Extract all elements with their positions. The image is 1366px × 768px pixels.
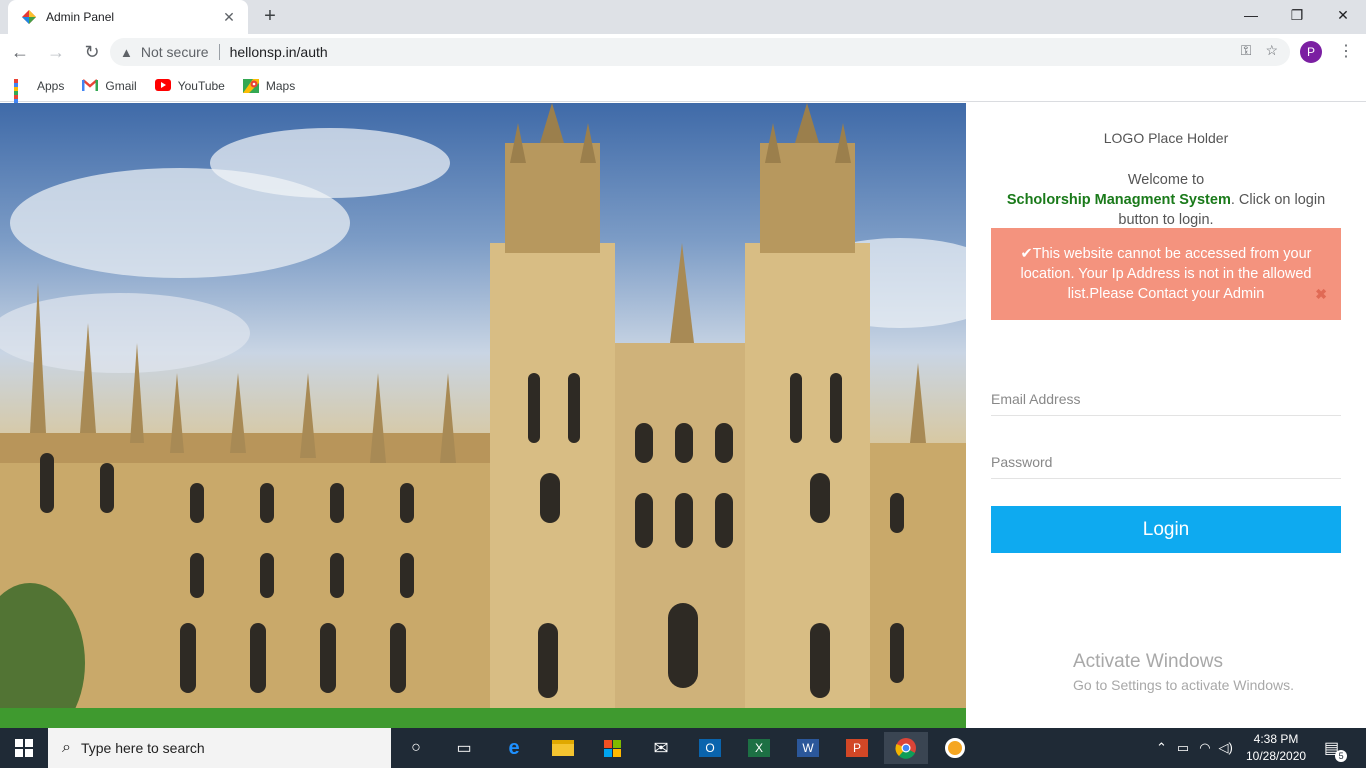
browser-toolbar: ← → ↻ ▲ Not secure hellonsp.in/auth ⚿ ☆ … bbox=[0, 34, 1366, 70]
bookmark-maps[interactable]: Maps bbox=[242, 78, 296, 93]
close-window-button[interactable]: ✕ bbox=[1320, 0, 1366, 30]
ip-blocked-alert: ✔This website cannot be accessed from yo… bbox=[991, 228, 1341, 320]
bookmark-star-icon[interactable]: ☆ bbox=[1265, 42, 1278, 59]
security-label[interactable]: Not secure bbox=[141, 44, 209, 60]
notification-count-badge: 5 bbox=[1335, 750, 1348, 762]
apps-grid-icon bbox=[14, 78, 30, 115]
store-icon[interactable] bbox=[590, 732, 634, 764]
email-field[interactable] bbox=[991, 382, 1341, 416]
welcome-message: Welcome to Scholorship Managment System.… bbox=[991, 170, 1341, 230]
hero-image-college bbox=[0, 103, 966, 728]
excel-icon[interactable]: X bbox=[737, 732, 781, 764]
bookmark-gmail[interactable]: Gmail bbox=[82, 78, 137, 93]
key-icon[interactable]: ⚿ bbox=[1241, 42, 1252, 59]
restore-button[interactable]: ❐ bbox=[1274, 0, 1320, 30]
password-field[interactable] bbox=[991, 445, 1341, 479]
menu-icon[interactable]: ⋮ bbox=[1338, 42, 1354, 62]
watermark-subtitle: Go to Settings to activate Windows. bbox=[1073, 677, 1294, 693]
wifi-icon[interactable]: ◠ bbox=[1199, 740, 1210, 756]
page-content: LOGO Place Holder Welcome to Scholorship… bbox=[0, 103, 1366, 728]
powerpoint-icon[interactable]: P bbox=[835, 732, 879, 764]
bookmarks-bar: Apps Gmail YouTube Maps bbox=[0, 70, 1366, 115]
start-button[interactable] bbox=[0, 728, 48, 768]
windows-logo-icon bbox=[15, 739, 33, 757]
minimize-button[interactable]: — bbox=[1228, 0, 1274, 30]
file-explorer-icon[interactable] bbox=[541, 732, 585, 764]
system-tray: ⌃ ▭ ◠ ◁) bbox=[1156, 728, 1233, 768]
welcome-prefix: Welcome to bbox=[1127, 172, 1205, 188]
notification-center-button[interactable]: ▤ 5 bbox=[1324, 728, 1348, 768]
forward-button[interactable]: → bbox=[40, 38, 72, 66]
bookmark-label: Maps bbox=[265, 78, 296, 93]
clock-time: 4:38 PM bbox=[1253, 732, 1299, 746]
bookmark-label: Apps bbox=[37, 78, 65, 93]
check-circle-icon: ✔ bbox=[1020, 246, 1033, 262]
tab-strip: Admin Panel ✕ + — ❐ ✕ bbox=[0, 0, 1366, 34]
logo-placeholder: LOGO Place Holder bbox=[1103, 130, 1229, 146]
gmail-icon bbox=[82, 78, 99, 93]
alert-message: This website cannot be accessed from you… bbox=[1020, 246, 1312, 302]
tab-title: Admin Panel bbox=[46, 10, 115, 24]
youtube-icon bbox=[154, 78, 171, 93]
bookmark-label: YouTube bbox=[177, 78, 225, 93]
activate-windows-watermark: Activate Windows Go to Settings to activ… bbox=[1073, 651, 1294, 693]
bookmark-youtube[interactable]: YouTube bbox=[154, 78, 225, 93]
outlook-icon[interactable]: O bbox=[688, 732, 732, 764]
address-bar[interactable]: ▲ Not secure hellonsp.in/auth ⚿ ☆ bbox=[110, 38, 1290, 66]
email-input[interactable] bbox=[991, 390, 1341, 407]
search-placeholder: Type here to search bbox=[80, 740, 205, 756]
college-building-illustration bbox=[0, 103, 966, 728]
url-text[interactable]: hellonsp.in/auth bbox=[230, 44, 328, 60]
maps-icon bbox=[242, 78, 259, 93]
volume-icon[interactable]: ◁) bbox=[1219, 740, 1233, 756]
password-input[interactable] bbox=[991, 453, 1341, 470]
reload-button[interactable]: ↻ bbox=[76, 38, 108, 66]
tab-admin-panel[interactable]: Admin Panel ✕ bbox=[8, 0, 248, 34]
tab-close-icon[interactable]: ✕ bbox=[220, 9, 238, 26]
site-favicon-icon bbox=[22, 10, 36, 24]
clock-date: 10/28/2020 bbox=[1246, 749, 1307, 763]
taskbar-search-box[interactable]: ⌕ Type here to search bbox=[48, 728, 391, 768]
vpn-icon[interactable] bbox=[933, 732, 977, 764]
system-name: Scholorship Managment System bbox=[1006, 192, 1231, 208]
edge-icon[interactable]: e bbox=[492, 732, 536, 764]
bookmark-apps[interactable]: Apps bbox=[14, 78, 65, 115]
task-view-icon[interactable]: ▭ bbox=[442, 732, 486, 764]
battery-icon[interactable]: ▭ bbox=[1177, 740, 1189, 756]
show-hidden-icons-icon[interactable]: ⌃ bbox=[1156, 740, 1167, 756]
notification-icon: ▤ 5 bbox=[1324, 738, 1348, 762]
login-button[interactable]: Login bbox=[991, 506, 1341, 553]
omnibox-divider bbox=[218, 44, 220, 60]
alert-close-icon[interactable]: ✖ bbox=[1315, 284, 1327, 304]
bookmark-label: Gmail bbox=[105, 78, 137, 93]
warning-icon[interactable]: ▲ bbox=[120, 45, 133, 60]
windows-taskbar: ⌕ Type here to search ○ ▭ e ✉ O X W P ⌃ … bbox=[0, 728, 1366, 768]
new-tab-button[interactable]: + bbox=[258, 5, 282, 29]
back-button[interactable]: ← bbox=[4, 38, 36, 66]
watermark-title: Activate Windows bbox=[1073, 651, 1223, 672]
cortana-icon[interactable]: ○ bbox=[394, 732, 438, 764]
word-icon[interactable]: W bbox=[786, 732, 830, 764]
mail-icon[interactable]: ✉ bbox=[639, 732, 683, 764]
chrome-icon[interactable] bbox=[884, 732, 928, 764]
profile-avatar[interactable]: P bbox=[1300, 41, 1322, 63]
search-icon: ⌕ bbox=[62, 739, 71, 756]
clock[interactable]: 4:38 PM 10/28/2020 bbox=[1246, 731, 1306, 765]
login-panel: LOGO Place Holder Welcome to Scholorship… bbox=[966, 103, 1366, 728]
